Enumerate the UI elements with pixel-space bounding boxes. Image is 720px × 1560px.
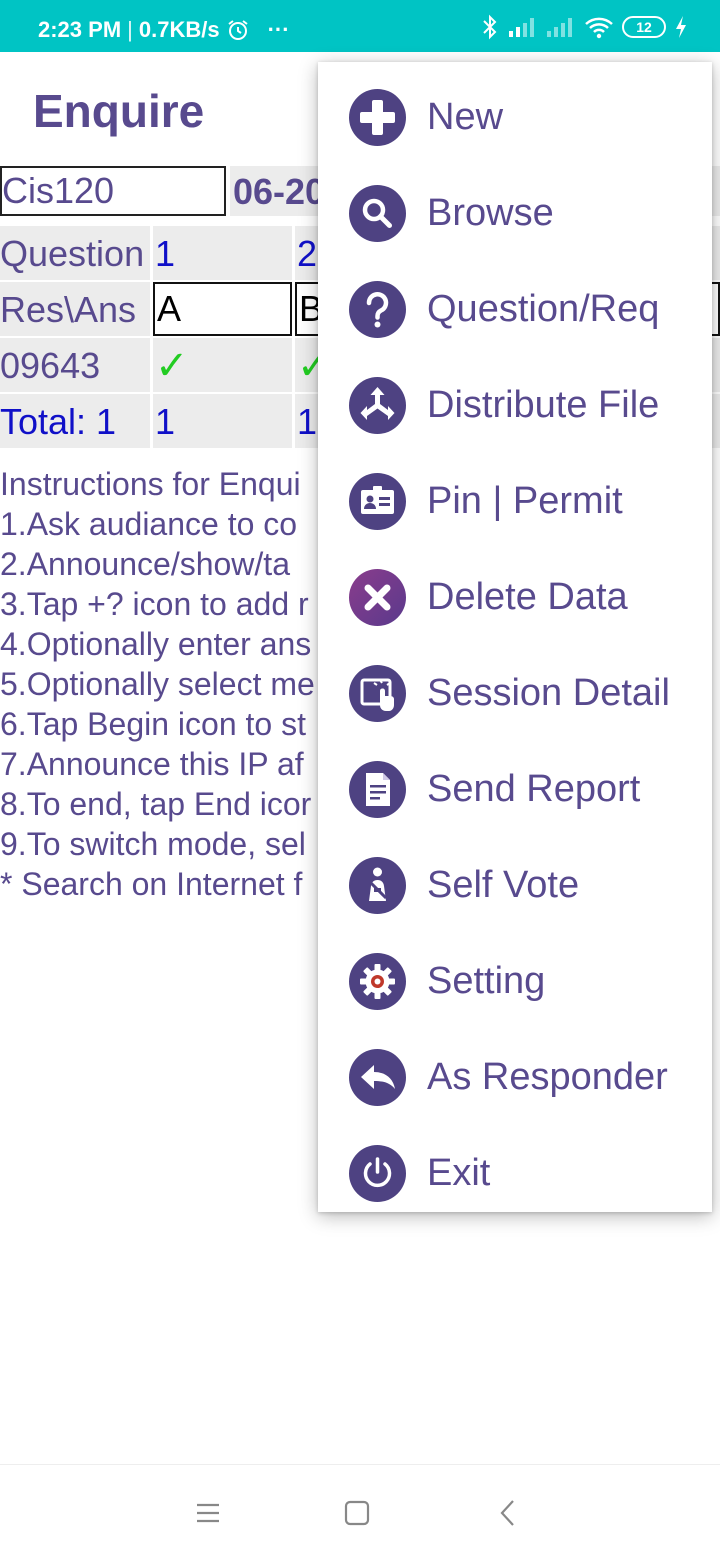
menu-label: Browse (427, 191, 554, 234)
document-icon (349, 760, 406, 818)
menu-item-distribute-file[interactable]: Distribute File (318, 357, 712, 453)
question-cell-1[interactable]: 1 (153, 226, 292, 280)
status-right: 12 (480, 14, 688, 40)
question-label: Question (0, 226, 150, 280)
menu-label: Question/Req (427, 287, 660, 330)
answer-input-1[interactable]: A (153, 282, 292, 336)
menu-item-exit[interactable]: Exit (318, 1125, 712, 1221)
menu-item-pin-permit[interactable]: Pin | Permit (318, 453, 712, 549)
navigation-bar (0, 1464, 720, 1560)
menu-item-delete-data[interactable]: Delete Data (318, 549, 712, 645)
res-ans-label: Res\Ans (0, 282, 150, 336)
menu-label: Setting (427, 959, 546, 1002)
total-label: Total: 1 (0, 394, 150, 448)
alarm-icon (227, 20, 248, 40)
power-icon (349, 1144, 406, 1202)
status-speed: 0.7KB/s (138, 17, 220, 42)
back-chevron-icon (500, 1500, 514, 1526)
status-left: 2:23 PM | 0.7KB/s ··· (38, 17, 290, 43)
seatbelt-person-icon (349, 856, 406, 914)
signal-icon (509, 18, 534, 37)
menu-label: Delete Data (427, 575, 628, 618)
plus-icon (349, 88, 406, 146)
menu-item-send-report[interactable]: Send Report (318, 741, 712, 837)
menu-label: Pin | Permit (427, 479, 623, 522)
question-icon (349, 280, 406, 338)
magnifier-icon (349, 184, 406, 242)
status-bar: 2:23 PM | 0.7KB/s ··· 12 (0, 0, 720, 52)
menu-item-browse[interactable]: Browse (318, 165, 712, 261)
delete-x-icon (349, 568, 406, 626)
status-more: ··· (267, 17, 290, 42)
reply-arrow-icon (349, 1048, 406, 1106)
menu-item-as-responder[interactable]: As Responder (318, 1029, 712, 1125)
menu-label: Self Vote (427, 863, 580, 906)
menu-item-new[interactable]: New (318, 69, 712, 165)
id-card-icon (349, 472, 406, 530)
distribute-arrows-icon (349, 376, 406, 434)
menu-label: Distribute File (427, 383, 660, 426)
session-code-field[interactable]: Cis120 (0, 166, 226, 216)
status-time: 2:23 PM (38, 17, 122, 42)
menu-item-setting[interactable]: Setting (318, 933, 712, 1029)
menu-label: Session Detail (427, 671, 670, 714)
status-separator: | (127, 17, 133, 42)
recent-apps-button[interactable] (184, 1489, 232, 1537)
menu-label: As Responder (427, 1055, 668, 1098)
menu-item-session-detail[interactable]: Session Detail (318, 645, 712, 741)
menu-item-question-req[interactable]: Question/Req (318, 261, 712, 357)
charging-icon (676, 16, 686, 38)
bluetooth-icon (483, 14, 497, 40)
touch-screen-icon (349, 664, 406, 722)
wifi-icon (585, 17, 613, 39)
menu-item-self-vote[interactable]: Self Vote (318, 837, 712, 933)
menu-label: Exit (427, 1151, 491, 1194)
back-button[interactable] (484, 1489, 532, 1537)
battery-icon: 12 (622, 16, 666, 38)
menu-lines-icon (197, 1503, 219, 1523)
gear-icon (349, 952, 406, 1010)
battery-level: 12 (636, 19, 652, 35)
responder-id: 09643 (0, 338, 150, 392)
home-button[interactable] (333, 1489, 381, 1537)
signal-x-icon (547, 18, 572, 37)
page-title: Enquire (33, 85, 205, 137)
menu-label: New (427, 95, 504, 138)
check-mark-1: ✓ (153, 338, 292, 392)
options-menu: New Browse Question/Req Distribute File … (318, 62, 712, 1212)
menu-label: Send Report (427, 767, 641, 810)
total-cell-1: 1 (153, 394, 292, 448)
home-square-icon (344, 1500, 370, 1526)
